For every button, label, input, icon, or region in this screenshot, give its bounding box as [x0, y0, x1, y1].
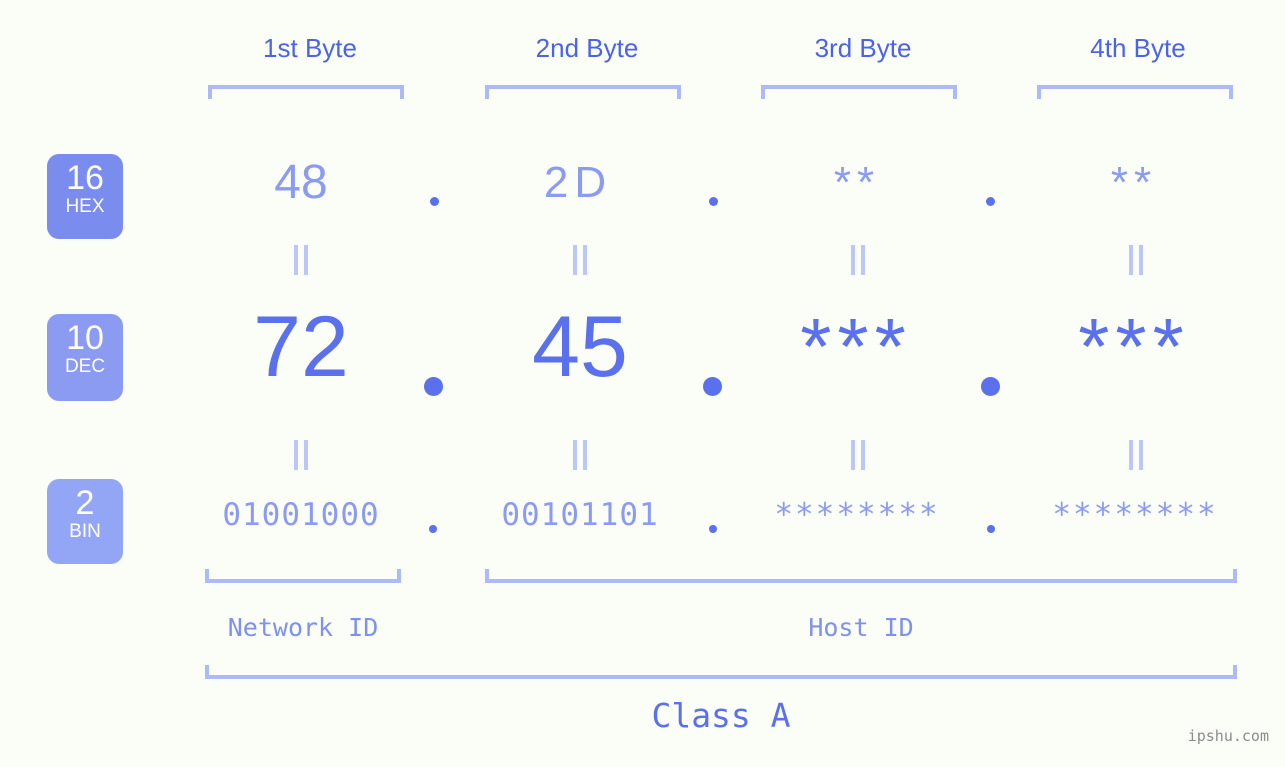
- ip-address-breakdown-diagram: 1st Byte 2nd Byte 3rd Byte 4th Byte 16 H…: [0, 0, 1285, 767]
- hex-separator-dot-1: [430, 197, 439, 206]
- byte-bracket-2: [485, 85, 681, 99]
- base-badge-bin: 2 BIN: [47, 479, 123, 564]
- byte-header-1: 1st Byte: [263, 33, 357, 63]
- bin-separator-dot-1: [429, 525, 437, 533]
- equals-marker-hex-dec-3: [850, 245, 866, 275]
- dec-byte-2-value: 45: [532, 299, 628, 395]
- equals-marker-dec-bin-2: [572, 440, 588, 470]
- dec-byte-3-value: ***: [800, 302, 912, 391]
- base-badge-hex: 16 HEX: [47, 154, 123, 239]
- host-id-bracket: [485, 569, 1237, 583]
- equals-marker-dec-bin-4: [1128, 440, 1144, 470]
- byte-bracket-1: [208, 85, 404, 99]
- hex-separator-dot-2: [709, 197, 718, 206]
- base-badge-hex-name: HEX: [65, 196, 105, 217]
- equals-marker-hex-dec-1: [293, 245, 309, 275]
- network-id-bracket: [205, 569, 401, 583]
- dec-separator-dot-1: [424, 377, 443, 396]
- hex-byte-1-value: 48: [274, 156, 328, 209]
- bin-byte-1-value: 01001000: [222, 497, 380, 533]
- hex-byte-2-value: 2D: [543, 158, 613, 207]
- bin-byte-2-value: 00101101: [501, 497, 659, 533]
- base-badge-hex-number: 16: [66, 159, 104, 197]
- network-id-label: Network ID: [227, 613, 379, 642]
- base-badge-dec: 10 DEC: [47, 314, 123, 401]
- bin-separator-dot-2: [709, 525, 717, 533]
- hex-separator-dot-3: [986, 197, 995, 206]
- hex-byte-3-value: **: [833, 158, 881, 207]
- class-bracket: [205, 665, 1237, 679]
- hex-byte-4-value: **: [1110, 158, 1158, 207]
- base-badge-dec-name: DEC: [64, 356, 106, 377]
- byte-header-4: 4th Byte: [1090, 33, 1186, 63]
- base-badge-dec-number: 10: [66, 319, 104, 357]
- base-badge-bin-number: 2: [75, 484, 95, 522]
- bin-separator-dot-3: [987, 525, 995, 533]
- equals-marker-dec-bin-1: [293, 440, 309, 470]
- dec-byte-1-value: 72: [253, 299, 349, 395]
- class-label: Class A: [651, 696, 791, 735]
- base-badge-bin-name: BIN: [69, 521, 101, 542]
- dec-separator-dot-2: [703, 377, 722, 396]
- bin-byte-3-value: ********: [774, 497, 940, 533]
- byte-header-2: 2nd Byte: [535, 33, 639, 63]
- host-id-label: Host ID: [808, 613, 914, 642]
- equals-marker-dec-bin-3: [850, 440, 866, 470]
- watermark: ipshu.com: [1187, 727, 1269, 745]
- equals-marker-hex-dec-2: [572, 245, 588, 275]
- equals-marker-hex-dec-4: [1128, 245, 1144, 275]
- byte-bracket-4: [1037, 85, 1233, 99]
- byte-header-3: 3rd Byte: [814, 33, 912, 63]
- dec-byte-4-value: ***: [1078, 302, 1190, 391]
- dec-separator-dot-3: [981, 377, 1000, 396]
- bin-byte-4-value: ********: [1052, 497, 1218, 533]
- byte-bracket-3: [761, 85, 957, 99]
